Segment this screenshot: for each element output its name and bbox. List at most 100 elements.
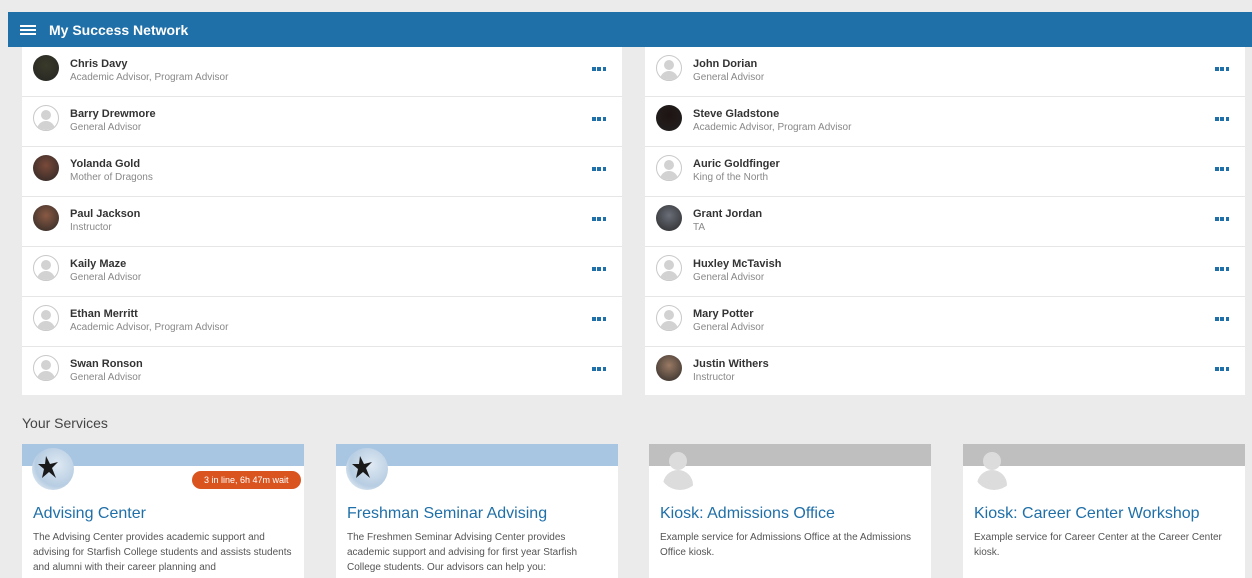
more-options-icon[interactable]	[592, 167, 606, 173]
network-member-row[interactable]: Yolanda Gold Mother of Dragons	[22, 147, 622, 197]
member-info: Yolanda Gold Mother of Dragons	[70, 157, 153, 185]
starfish-logo-icon	[32, 448, 74, 490]
network-member-row[interactable]: Mary Potter General Advisor	[645, 297, 1245, 347]
more-options-icon[interactable]	[1215, 317, 1229, 323]
member-role: Instructor	[693, 372, 735, 383]
member-name[interactable]: John Dorian	[693, 57, 764, 71]
member-name[interactable]: Barry Drewmore	[70, 107, 156, 121]
more-options-icon[interactable]	[1215, 67, 1229, 73]
network-member-row[interactable]: Chris Davy Academic Advisor, Program Advi…	[22, 47, 622, 97]
avatar-photo	[656, 105, 682, 131]
member-name[interactable]: Justin Withers	[693, 357, 769, 371]
member-name[interactable]: Grant Jordan	[693, 207, 762, 221]
default-avatar-icon	[33, 105, 59, 131]
member-role: Mother of Dragons	[70, 172, 153, 183]
starfish-logo-icon	[346, 448, 388, 490]
network-list-left: Chris Davy Academic Advisor, Program Advi…	[22, 47, 622, 395]
member-role: General Advisor	[70, 272, 142, 283]
more-options-icon[interactable]	[1215, 167, 1229, 173]
service-description: Example service for Career Center at the…	[974, 532, 1222, 558]
default-avatar-icon	[33, 255, 59, 281]
member-role: Academic Advisor, Program Advisor	[693, 122, 852, 133]
member-info: Mary Potter General Advisor	[693, 307, 764, 335]
member-info: Swan Ronson General Advisor	[70, 357, 143, 385]
member-name[interactable]: Kaily Maze	[70, 257, 141, 271]
avatar-photo	[33, 55, 59, 81]
default-avatar-icon	[656, 305, 682, 331]
service-description: Example service for Admissions Office at…	[660, 532, 912, 558]
member-role: General Advisor	[693, 322, 765, 333]
more-options-icon[interactable]	[592, 217, 606, 223]
member-info: Huxley McTavish General Advisor	[693, 257, 781, 285]
network-member-row[interactable]: Kaily Maze General Advisor	[22, 247, 622, 297]
member-role: Academic Advisor, Program Advisor	[70, 322, 229, 333]
default-avatar-icon	[33, 355, 59, 381]
service-description: The Freshmen Seminar Advising Center pro…	[347, 532, 578, 573]
more-options-icon[interactable]	[592, 67, 606, 73]
member-role: King of the North	[693, 172, 769, 183]
app-title: My Success Network	[49, 21, 189, 38]
member-role: General Advisor	[693, 72, 765, 83]
more-options-icon[interactable]	[1215, 267, 1229, 273]
member-role: General Advisor	[693, 272, 765, 283]
network-member-row[interactable]: Ethan Merritt Academic Advisor, Program A…	[22, 297, 622, 347]
more-options-icon[interactable]	[592, 117, 606, 123]
network-member-row[interactable]: Paul Jackson Instructor	[22, 197, 622, 247]
more-options-icon[interactable]	[1215, 117, 1229, 123]
more-options-icon[interactable]	[592, 317, 606, 323]
default-avatar-icon	[656, 155, 682, 181]
service-card[interactable]: Kiosk: Career Center Workshop Example ser…	[963, 444, 1245, 578]
member-info: Paul Jackson Instructor	[70, 207, 140, 235]
service-card[interactable]: 3 in line, 6h 47m wait Advising Center The…	[22, 444, 304, 578]
network-member-row[interactable]: Justin Withers Instructor	[645, 347, 1245, 397]
service-title-link[interactable]: Kiosk: Career Center Workshop	[974, 505, 1200, 523]
network-member-row[interactable]: Grant Jordan TA	[645, 197, 1245, 247]
network-member-row[interactable]: Barry Drewmore General Advisor	[22, 97, 622, 147]
wait-time-badge: 3 in line, 6h 47m wait	[192, 471, 301, 489]
more-options-icon[interactable]	[1215, 217, 1229, 223]
member-info: Grant Jordan TA	[693, 207, 762, 235]
network-member-row[interactable]: Huxley McTavish General Advisor	[645, 247, 1245, 297]
network-member-row[interactable]: Steve Gladstone Academic Advisor, Program…	[645, 97, 1245, 147]
member-name[interactable]: Yolanda Gold	[70, 157, 153, 171]
member-name[interactable]: Huxley McTavish	[693, 257, 781, 271]
service-card[interactable]: Kiosk: Admissions Office Example service …	[649, 444, 931, 578]
member-name[interactable]: Steve Gladstone	[693, 107, 851, 121]
network-member-row[interactable]: Swan Ronson General Advisor	[22, 347, 622, 397]
member-name[interactable]: Swan Ronson	[70, 357, 143, 371]
member-info: Justin Withers Instructor	[693, 357, 769, 385]
default-avatar-icon	[656, 255, 682, 281]
member-info: John Dorian General Advisor	[693, 57, 764, 85]
member-name[interactable]: Mary Potter	[693, 307, 764, 321]
avatar-photo	[656, 205, 682, 231]
hamburger-menu-icon[interactable]	[20, 23, 36, 37]
member-name[interactable]: Ethan Merritt	[70, 307, 228, 321]
member-name[interactable]: Chris Davy	[70, 57, 228, 71]
member-info: Barry Drewmore General Advisor	[70, 107, 156, 135]
member-role: Academic Advisor, Program Advisor	[70, 72, 229, 83]
service-title-link[interactable]: Advising Center	[33, 505, 146, 523]
member-info: Chris Davy Academic Advisor, Program Advi…	[70, 57, 228, 85]
avatar-photo	[33, 155, 59, 181]
service-title-link[interactable]: Kiosk: Admissions Office	[660, 505, 835, 523]
top-bar: My Success Network	[8, 12, 1252, 47]
network-list-right: John Dorian General Advisor Steve Gladston…	[645, 47, 1245, 395]
more-options-icon[interactable]	[592, 267, 606, 273]
member-info: Steve Gladstone Academic Advisor, Program…	[693, 107, 851, 135]
more-options-icon[interactable]	[592, 367, 606, 373]
more-options-icon[interactable]	[1215, 367, 1229, 373]
member-name[interactable]: Paul Jackson	[70, 207, 140, 221]
member-info: Ethan Merritt Academic Advisor, Program A…	[70, 307, 228, 335]
service-title-link[interactable]: Freshman Seminar Advising	[347, 505, 547, 523]
member-name[interactable]: Auric Goldfinger	[693, 157, 780, 171]
network-member-row[interactable]: Auric Goldfinger King of the North	[645, 147, 1245, 197]
service-card[interactable]: Freshman Seminar Advising The Freshmen Se…	[336, 444, 618, 578]
member-info: Auric Goldfinger King of the North	[693, 157, 780, 185]
member-role: Instructor	[70, 222, 112, 233]
services-section-title: Your Services	[22, 415, 108, 431]
network-member-row[interactable]: John Dorian General Advisor	[645, 47, 1245, 97]
person-icon	[659, 448, 701, 490]
default-avatar-icon	[656, 55, 682, 81]
service-description: The Advising Center provides academic su…	[33, 532, 292, 573]
member-info: Kaily Maze General Advisor	[70, 257, 141, 285]
